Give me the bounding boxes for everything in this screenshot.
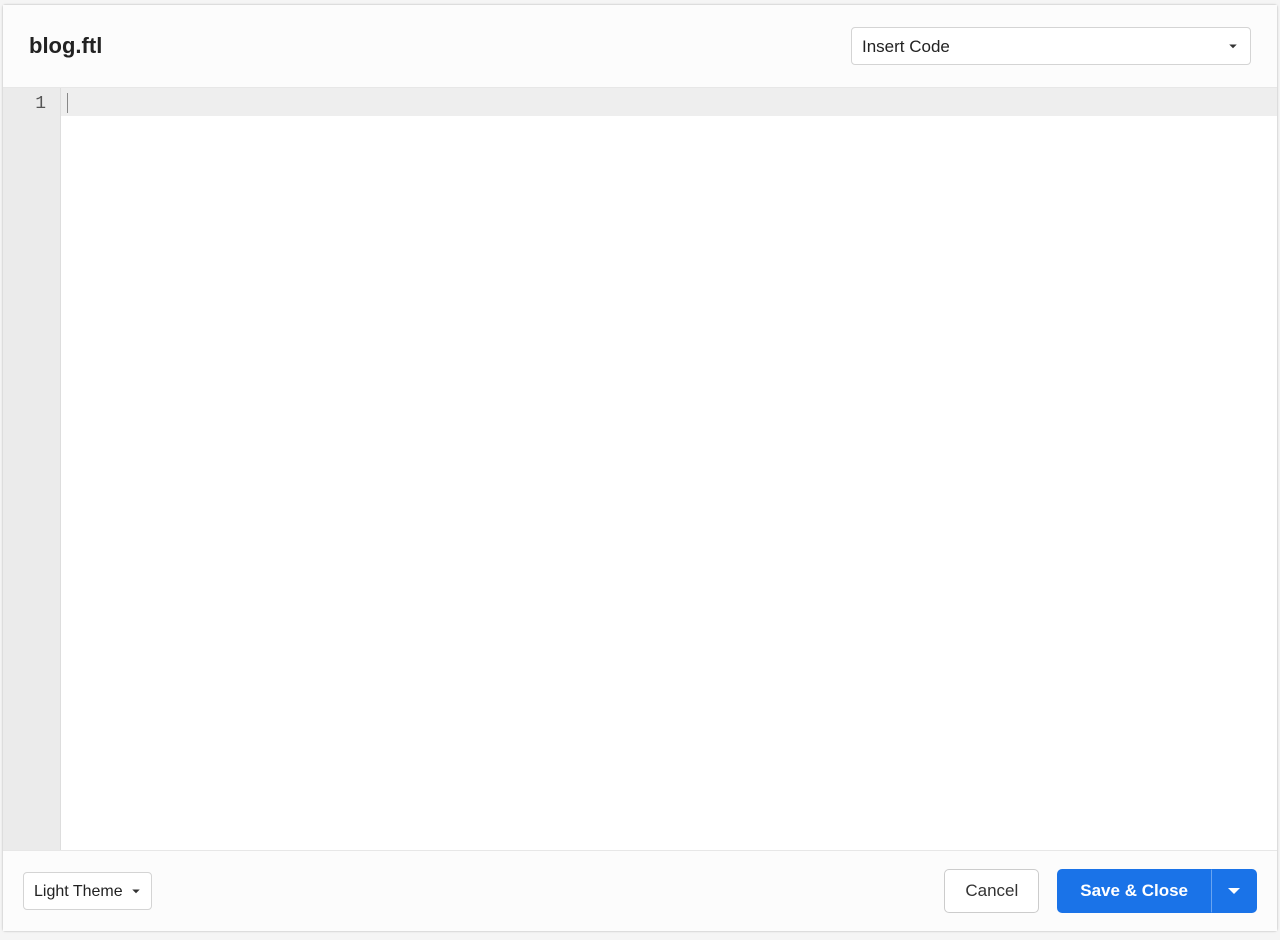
code-editor: 1: [3, 88, 1277, 850]
cancel-button[interactable]: Cancel: [944, 869, 1039, 913]
code-textarea[interactable]: [61, 88, 1277, 850]
save-and-close-button[interactable]: Save & Close: [1057, 869, 1211, 913]
editor-footer: Light Theme Cancel Save & Close: [3, 850, 1277, 931]
editor-header: blog.ftl Insert Code: [3, 5, 1277, 88]
insert-code-select[interactable]: Insert Code: [851, 27, 1251, 65]
line-number: 1: [3, 92, 60, 116]
footer-actions: Cancel Save & Close: [944, 869, 1257, 913]
theme-select[interactable]: Light Theme: [23, 872, 152, 910]
line-gutter: 1: [3, 88, 61, 850]
text-cursor: [67, 93, 68, 113]
save-button-group: Save & Close: [1057, 869, 1257, 913]
file-title: blog.ftl: [29, 33, 102, 59]
chevron-down-icon: [1228, 888, 1240, 894]
code-editor-modal: blog.ftl Insert Code 1 Light Theme Cance…: [2, 4, 1278, 932]
save-dropdown-toggle[interactable]: [1211, 869, 1257, 913]
active-line-highlight: [61, 88, 1277, 116]
